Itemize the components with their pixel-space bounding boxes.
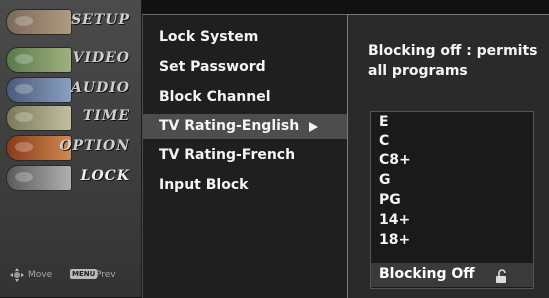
rating-option-c8[interactable]: C8+ bbox=[379, 152, 411, 168]
menu-item-label: TV Rating-English bbox=[159, 118, 300, 134]
move-icon bbox=[10, 268, 24, 282]
menu-item-input-block[interactable]: Input Block bbox=[159, 177, 248, 193]
help-text: Blocking off : permits all programs bbox=[368, 43, 538, 79]
move-label: Move bbox=[28, 270, 53, 280]
category-label: SETUP bbox=[71, 12, 130, 28]
rating-list: E C C8+ G PG 14+ 18+ Blocking Off bbox=[370, 111, 534, 289]
menu-item-block-channel[interactable]: Block Channel bbox=[159, 89, 271, 105]
menu-item-tv-rating-english[interactable]: TV Rating-English bbox=[143, 114, 347, 139]
audio-icon bbox=[6, 77, 72, 103]
rating-option-e[interactable]: E bbox=[379, 114, 389, 130]
category-label: AUDIO bbox=[71, 80, 130, 96]
category-label: TIME bbox=[82, 108, 130, 124]
lock-menu: Lock System Set Password Block Channel T… bbox=[142, 14, 347, 298]
menu-item-tv-rating-french[interactable]: TV Rating-French bbox=[159, 147, 295, 163]
menu-item-lock-system[interactable]: Lock System bbox=[159, 29, 258, 45]
category-audio[interactable]: AUDIO bbox=[6, 76, 136, 103]
rating-option-g[interactable]: G bbox=[379, 172, 391, 188]
blocking-option-label: Blocking Off bbox=[379, 266, 475, 282]
rating-option-14[interactable]: 14+ bbox=[379, 212, 410, 228]
category-setup[interactable]: SETUP bbox=[6, 8, 136, 35]
menu-key-icon: MENU bbox=[70, 269, 98, 279]
category-label: LOCK bbox=[80, 168, 130, 184]
video-icon bbox=[6, 47, 72, 73]
nav-hint-bar: Move MENU Prev bbox=[8, 266, 136, 286]
category-option[interactable]: OPTION bbox=[6, 134, 136, 161]
category-label: OPTION bbox=[59, 138, 130, 154]
menu-item-set-password[interactable]: Set Password bbox=[159, 59, 266, 75]
prev-label: Prev bbox=[96, 270, 116, 280]
blocking-off-option[interactable]: Blocking Off bbox=[371, 263, 533, 287]
setup-icon bbox=[6, 9, 72, 35]
category-time[interactable]: TIME bbox=[6, 104, 136, 131]
lock-icon bbox=[6, 165, 72, 191]
rating-option-c[interactable]: C bbox=[379, 133, 389, 149]
rating-option-pg[interactable]: PG bbox=[379, 192, 401, 208]
rating-option-18[interactable]: 18+ bbox=[379, 232, 410, 248]
rating-detail-panel: Blocking off : permits all programs E C … bbox=[347, 14, 549, 298]
category-label: VIDEO bbox=[72, 50, 130, 66]
submenu-arrow-icon bbox=[309, 122, 318, 132]
time-icon bbox=[6, 105, 72, 131]
category-video[interactable]: VIDEO bbox=[6, 46, 136, 73]
category-lock[interactable]: LOCK bbox=[6, 164, 136, 191]
category-sidebar: SETUP VIDEO AUDIO TIME OPTION LOCK Move … bbox=[0, 0, 142, 297]
unlock-icon bbox=[496, 269, 506, 283]
